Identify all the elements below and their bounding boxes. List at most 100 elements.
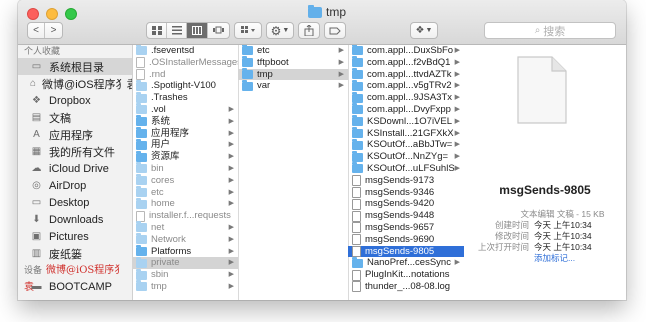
list-item[interactable]: KSOutOf...NnZYg= ▶ — [348, 150, 464, 163]
list-item[interactable]: tmp ▶ — [132, 280, 238, 293]
list-item[interactable]: cores ▶ — [132, 174, 238, 187]
disclosure-arrow-icon: ▶ — [454, 105, 460, 113]
sidebar-item[interactable]: ▤ 文稿 — [18, 109, 132, 126]
folder-icon — [136, 256, 147, 268]
arrange-icon — [241, 26, 255, 33]
sidebar-item-label: AirDrop — [49, 179, 87, 192]
list-item[interactable]: KSInstall...21GFXkX ▶ — [348, 126, 464, 140]
list-item[interactable]: 资源库 ▶ — [132, 150, 238, 163]
list-item-label: msgSends-9448 — [365, 210, 435, 222]
column-view-button[interactable] — [187, 23, 208, 38]
sidebar-item[interactable]: A 应用程序 — [18, 126, 132, 143]
action-menu[interactable]: ⚙ ▼ — [266, 22, 294, 39]
folder-icon — [242, 45, 253, 56]
list-item[interactable]: .OSInstallerMessages — [132, 57, 238, 69]
disclosure-arrow-icon: ▶ — [228, 105, 234, 113]
list-item[interactable]: 系统 ▶ — [132, 115, 238, 128]
sidebar-item[interactable]: ▥ 废纸篓 — [18, 245, 132, 262]
list-item-label: .Trashes — [151, 92, 188, 104]
list-item[interactable]: installer.f...requests — [132, 210, 238, 222]
list-item[interactable]: tmp ▶ — [238, 67, 348, 81]
list-item[interactable]: net ▶ — [132, 221, 238, 234]
list-item[interactable]: Network ▶ — [132, 233, 238, 246]
share-button[interactable] — [298, 22, 320, 39]
column-root: .fseventsd .OSInstallerMessages .rnd .Spotl… — [132, 45, 239, 300]
icon-view-button[interactable] — [147, 23, 167, 38]
tags-button[interactable] — [324, 22, 346, 39]
list-item[interactable]: KSOutOf...aBbJTw= ▶ — [348, 138, 464, 151]
list-item[interactable]: msgSends-9690 — [348, 234, 464, 246]
list-item-label: bin — [151, 162, 164, 174]
list-item[interactable]: etc ▶ — [238, 45, 348, 57]
close-button[interactable] — [27, 8, 39, 20]
cover-flow-button[interactable] — [208, 23, 229, 38]
list-item[interactable]: thunder_...08-08.log — [348, 281, 464, 293]
sidebar-item[interactable]: ▭ Desktop — [18, 194, 132, 211]
list-item[interactable]: NanoPref...cesSync ▶ — [348, 256, 464, 269]
list-item[interactable]: msgSends-9657 — [348, 222, 464, 234]
sidebar-item[interactable]: ☁ iCloud Drive — [18, 160, 132, 177]
folder-icon — [136, 91, 147, 103]
list-item-label: com.appl...v5gTRv2 — [367, 80, 452, 92]
list-item[interactable]: .rnd — [132, 69, 238, 81]
list-item[interactable]: msgSends-9805 — [348, 245, 464, 258]
sidebar-item[interactable]: ▭ 系统根目录 — [18, 58, 132, 75]
list-item[interactable]: com.appl...9JSA3Tx ▶ — [348, 91, 464, 104]
disclosure-arrow-icon: ▶ — [454, 94, 460, 102]
sidebar-item[interactable]: ⬇ Downloads — [18, 211, 132, 228]
list-item[interactable]: tftpboot ▶ — [238, 56, 348, 69]
back-button[interactable]: < — [28, 23, 45, 38]
list-item[interactable]: sbin ▶ — [132, 268, 238, 281]
list-item[interactable]: msgSends-9448 — [348, 210, 464, 222]
list-item-label: .fseventsd — [151, 45, 195, 56]
preview-kind: 文本编辑 文稿 - 15 KB — [520, 209, 605, 219]
sidebar-item[interactable]: ◎ AirDrop — [18, 177, 132, 194]
list-item[interactable]: .fseventsd — [132, 45, 238, 57]
folder-icon — [352, 126, 363, 138]
list-item[interactable]: com.appl...DuxSbFo ▶ — [348, 45, 464, 57]
list-item[interactable]: KSDownl...1O7iVEL ▶ — [348, 115, 464, 128]
list-item[interactable]: msgSends-9173 — [348, 175, 464, 187]
sidebar-item[interactable]: ▬ BOOTCAMP — [18, 278, 132, 295]
zoom-button[interactable] — [65, 8, 77, 20]
disk-icon: ▬ — [31, 281, 42, 292]
list-item[interactable]: bin ▶ — [132, 162, 238, 175]
list-item-label: etc — [151, 186, 164, 198]
list-item[interactable]: var ▶ — [238, 79, 348, 92]
list-item[interactable]: com.appl...f2vBdQ1 ▶ — [348, 56, 464, 69]
list-item[interactable]: msgSends-9346 — [348, 187, 464, 199]
list-item[interactable]: com.appl...v5gTRv2 ▶ — [348, 79, 464, 92]
list-item[interactable]: PlugInKit...notations — [348, 269, 464, 281]
dropbox-icon: ❖ — [32, 95, 41, 106]
sidebar-item[interactable]: ⌂ 微博@iOS程序犭袁 — [18, 75, 132, 92]
list-item[interactable]: .vol ▶ — [132, 103, 238, 116]
list-item[interactable]: .Spotlight-V100 — [132, 79, 238, 92]
minimize-button[interactable] — [46, 8, 58, 20]
list-item[interactable]: Platforms ▶ — [132, 244, 238, 258]
sidebar-item[interactable]: ❖ Dropbox — [18, 92, 132, 109]
sidebar-item[interactable]: ▣ Pictures — [18, 228, 132, 245]
folder-icon — [242, 79, 253, 91]
arrange-menu[interactable] — [234, 22, 262, 39]
add-tags-link[interactable]: 添加标记... — [534, 253, 575, 264]
forward-button[interactable]: > — [45, 23, 62, 38]
sidebar-item[interactable]: ▦ 我的所有文件 — [18, 143, 132, 160]
list-item[interactable]: .Trashes — [132, 91, 238, 104]
dropbox-menu[interactable]: ❖ ▼ — [410, 22, 438, 39]
list-item[interactable]: com.appl...DvyFxpp ▶ — [348, 103, 464, 116]
list-item[interactable]: 用户 ▶ — [132, 138, 238, 151]
disclosure-arrow-icon: ▶ — [228, 282, 234, 290]
list-item[interactable]: com.appl...ttvdAZTk ▶ — [348, 67, 464, 81]
disclosure-arrow-icon: ▶ — [454, 259, 460, 267]
list-item-label: 用户 — [151, 139, 171, 151]
list-item[interactable]: private ▶ — [132, 256, 238, 270]
list-item[interactable]: 应用程序 ▶ — [132, 126, 238, 140]
list-item-label: installer.f...requests — [149, 210, 231, 222]
list-item[interactable]: etc ▶ — [132, 185, 238, 199]
search-field[interactable]: ⌕ 搜索 — [484, 22, 616, 39]
list-item[interactable]: home ▶ — [132, 197, 238, 210]
list-item[interactable]: KSOutOf...uLFSuhlS ▶ — [348, 162, 464, 175]
list-view-button[interactable] — [167, 23, 187, 38]
list-item[interactable]: msgSends-9420 — [348, 198, 464, 210]
list-item-label: net — [151, 221, 165, 233]
